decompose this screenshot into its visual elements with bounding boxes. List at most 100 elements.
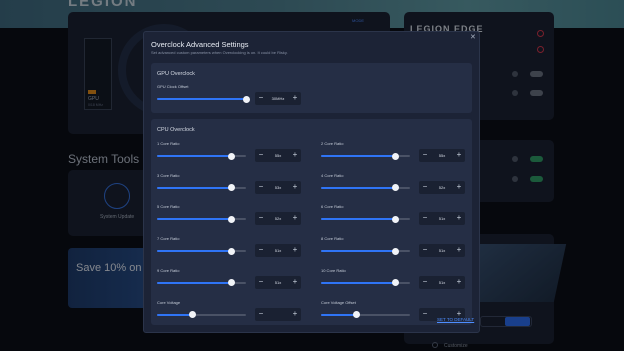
overclock-setting: Core Voltage Offset − + (321, 300, 471, 330)
slider-track[interactable] (321, 247, 410, 255)
overclock-setting: 4 Core Ratio − 52x + (321, 173, 471, 203)
value-stepper: − + (255, 307, 301, 321)
increase-button[interactable]: + (290, 182, 300, 193)
setting-label: 3 Core Ratio (157, 172, 180, 178)
increase-button[interactable]: + (454, 277, 464, 288)
cpu-overclock-section: CPU Overclock 1 Core Ratio − 55x +2 Core Ra… (151, 119, 472, 325)
decrease-button[interactable]: − (256, 213, 266, 224)
slider-track[interactable] (321, 279, 410, 287)
stepper-value: 52x (274, 216, 282, 222)
slider-thumb[interactable] (392, 184, 400, 192)
slider-thumb[interactable] (228, 247, 236, 255)
decrease-button[interactable]: − (420, 245, 430, 256)
increase-button[interactable]: + (290, 309, 300, 320)
increase-button[interactable]: + (290, 213, 300, 224)
slider-track[interactable] (321, 184, 410, 192)
slider-thumb[interactable] (392, 215, 400, 223)
overclock-setting: 3 Core Ratio − 53x + (157, 173, 307, 203)
value-stepper: − 55x + (419, 149, 465, 162)
slider-fill (321, 313, 357, 316)
value-stepper: −30MHz + (255, 92, 301, 105)
setting-label: 7 Core Ratio (157, 236, 180, 242)
gpu-section-title: GPU Overclock (157, 71, 195, 77)
overclock-setting: 8 Core Ratio − 51x + (321, 236, 471, 266)
increase-button[interactable]: + (290, 93, 300, 104)
setting-label: 2 Core Ratio (321, 141, 344, 146)
set-to-default-link[interactable]: SET TO DEFAULT (437, 317, 474, 322)
slider-track[interactable] (157, 95, 250, 103)
slider-fill (321, 155, 396, 157)
stepper-value: 51x (274, 248, 282, 254)
slider-track[interactable] (157, 184, 246, 192)
slider-track[interactable] (321, 311, 410, 318)
overclock-setting: Core Voltage − + (157, 300, 307, 330)
increase-button[interactable]: + (454, 245, 464, 256)
setting-label: 6 Core Ratio (321, 204, 344, 210)
increase-button[interactable]: + (454, 182, 464, 193)
value-stepper: − 55x + (255, 149, 301, 162)
stepper-value: 51x (438, 279, 446, 285)
slider-fill (157, 218, 232, 221)
stepper-value: 55x (438, 153, 446, 158)
stepper-value: 51x (274, 279, 282, 285)
slider-thumb[interactable] (392, 247, 400, 255)
increase-button[interactable]: + (290, 277, 300, 288)
slider-track[interactable] (157, 152, 246, 160)
decrease-button[interactable]: − (420, 213, 430, 224)
increase-button[interactable]: + (454, 150, 464, 161)
setting-label: 1 Core Ratio (157, 141, 180, 146)
slider-thumb[interactable] (242, 95, 250, 103)
overclock-setting: 5 Core Ratio − 52x + (157, 204, 307, 234)
increase-button[interactable]: + (290, 150, 300, 161)
setting-label: 8 Core Ratio (321, 236, 344, 242)
value-stepper: − 51x + (255, 244, 301, 258)
slider-fill (157, 98, 246, 100)
stepper-value: 52x (438, 184, 446, 190)
slider-track[interactable] (321, 152, 410, 160)
cpu-section-title: CPU Overclock (157, 127, 195, 133)
gpu-overclock-section: GPU Overclock GPU Clock Offset −30MHz + (151, 63, 472, 113)
decrease-button[interactable]: − (420, 309, 430, 320)
stepper-value: 55x (274, 153, 282, 158)
overclock-setting: 1 Core Ratio − 55x + (157, 141, 307, 171)
value-stepper: − 52x + (419, 180, 465, 194)
decrease-button[interactable]: − (420, 150, 430, 161)
increase-button[interactable]: + (454, 213, 464, 224)
slider-thumb[interactable] (228, 215, 236, 223)
setting-label: Core Voltage Offset (321, 299, 356, 305)
slider-thumb[interactable] (392, 279, 400, 287)
decrease-button[interactable]: − (256, 277, 266, 288)
decrease-button[interactable]: − (256, 309, 266, 320)
decrease-button[interactable]: − (256, 93, 266, 104)
slider-fill (321, 186, 396, 189)
overclock-setting: 10 Core Ratio − 51x + (321, 268, 471, 298)
slider-track[interactable] (321, 215, 410, 223)
overclock-setting: GPU Clock Offset −30MHz + (157, 84, 307, 114)
decrease-button[interactable]: − (420, 182, 430, 193)
decrease-button[interactable]: − (420, 277, 430, 288)
slider-track[interactable] (157, 215, 246, 223)
value-stepper: − 51x + (419, 244, 465, 258)
slider-thumb[interactable] (228, 152, 236, 160)
overclock-setting: 2 Core Ratio − 55x + (321, 141, 471, 171)
stepper-value: 51x (438, 248, 446, 254)
decrease-button[interactable]: − (256, 182, 266, 193)
increase-button[interactable]: + (290, 245, 300, 256)
slider-fill (321, 281, 396, 284)
setting-label: 5 Core Ratio (157, 204, 180, 210)
slider-track[interactable] (157, 311, 246, 318)
overclock-dialog: Overclock Advanced Settings Set advanced… (143, 31, 480, 333)
slider-thumb[interactable] (392, 152, 400, 160)
close-icon[interactable]: ✕ (470, 33, 476, 41)
slider-track[interactable] (157, 247, 246, 255)
overclock-setting: 6 Core Ratio − 51x + (321, 204, 471, 234)
decrease-button[interactable]: − (256, 150, 266, 161)
stepper-value: 53x (274, 184, 282, 190)
slider-thumb[interactable] (189, 311, 197, 318)
decrease-button[interactable]: − (256, 245, 266, 256)
overclock-setting: 9 Core Ratio − 51x + (157, 268, 307, 298)
slider-track[interactable] (157, 279, 246, 287)
slider-thumb[interactable] (353, 311, 361, 318)
slider-thumb[interactable] (228, 184, 236, 192)
slider-thumb[interactable] (228, 279, 236, 287)
